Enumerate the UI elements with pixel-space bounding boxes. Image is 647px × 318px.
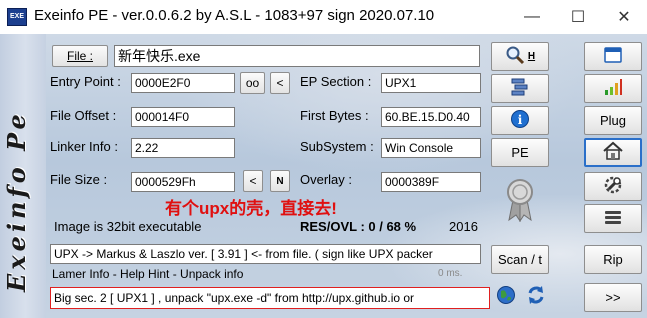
globe-icon[interactable] xyxy=(496,285,516,308)
entry-point-label: Entry Point : xyxy=(50,74,121,89)
info-icon: i xyxy=(510,109,530,132)
file-offset-label: File Offset : xyxy=(50,108,117,123)
plug-button[interactable]: Plug xyxy=(584,106,642,135)
menu-button[interactable] xyxy=(584,204,642,233)
overlay-label: Overlay : xyxy=(300,172,353,187)
subsystem-label: SubSystem : xyxy=(300,139,374,154)
menu-lines-icon xyxy=(603,207,623,230)
linker-info-field[interactable]: 2.22 xyxy=(131,138,235,158)
subsystem-field[interactable]: Win Console xyxy=(381,138,481,158)
tools-button[interactable] xyxy=(584,172,642,201)
res-ovl-text: RES/OVL : 0 / 68 % xyxy=(300,219,417,234)
search-h-label: H xyxy=(527,51,536,62)
scan-button[interactable]: Scan / t xyxy=(491,245,549,274)
entry-point-field[interactable]: 0000E2F0 xyxy=(131,73,235,93)
file-path-field[interactable]: 新年快乐.exe xyxy=(114,45,480,67)
search-button[interactable]: H xyxy=(491,42,549,71)
unpack-hint[interactable]: Big sec. 2 [ UPX1 ] , unpack "upx.exe -d… xyxy=(50,287,490,309)
window-icon xyxy=(603,45,623,68)
file-size-field[interactable]: 0000529Fh xyxy=(131,172,235,192)
info-button[interactable]: i xyxy=(491,106,549,135)
annotation-text: 有个upx的壳，直接去! xyxy=(165,199,337,218)
overlay-field[interactable]: 0000389F xyxy=(381,172,481,192)
home-icon xyxy=(602,141,624,164)
file-button-label: File : xyxy=(66,49,93,63)
open-file-button[interactable] xyxy=(584,42,642,71)
app-icon: EXE xyxy=(7,8,27,26)
first-bytes-label: First Bytes : xyxy=(300,108,369,123)
pe-button[interactable]: PE xyxy=(491,138,549,167)
minimize-button[interactable]: — xyxy=(509,0,555,34)
lamer-info-link[interactable]: Lamer Info - Help Hint - Unpack info xyxy=(50,265,350,285)
title-bar: EXE Exeinfo PE - ver.0.0.6.2 by A.S.L - … xyxy=(0,0,647,34)
home-button[interactable] xyxy=(584,138,642,167)
stats-button[interactable] xyxy=(584,74,642,103)
ep-section-field[interactable]: UPX1 xyxy=(381,73,481,93)
window-title: Exeinfo PE - ver.0.0.6.2 by A.S.L - 1083… xyxy=(34,7,435,24)
award-medal-icon xyxy=(505,178,535,225)
sidebar-logo-text: Exeinfo Pe xyxy=(2,110,31,292)
close-button[interactable]: ✕ xyxy=(601,0,647,34)
maximize-button[interactable]: ☐ xyxy=(555,0,601,34)
timing-text: 0 ms. xyxy=(438,268,463,279)
main-panel: Exeinfo Pe File : 新年快乐.exe Entry Point :… xyxy=(0,34,647,318)
file-button[interactable]: File : xyxy=(52,45,108,67)
first-bytes-field[interactable]: 60.BE.15.D0.40 xyxy=(381,107,481,127)
file-size-back-button[interactable]: < xyxy=(243,170,263,192)
file-size-label: File Size : xyxy=(50,172,108,187)
bar-signal-icon xyxy=(603,77,623,100)
detection-result[interactable]: UPX -> Markus & Laszlo ver. [ 3.91 ] <- … xyxy=(50,244,481,264)
rip-button[interactable]: Rip xyxy=(584,245,642,274)
entry-point-back-button[interactable]: < xyxy=(270,72,290,94)
entry-point-oo-button[interactable]: oo xyxy=(240,72,265,94)
file-size-n-button[interactable]: N xyxy=(270,170,290,192)
refresh-icon[interactable] xyxy=(526,285,546,308)
svg-text:i: i xyxy=(518,113,523,127)
sections-button[interactable] xyxy=(491,74,549,103)
year-text: 2016 xyxy=(449,219,478,234)
linker-info-label: Linker Info : xyxy=(50,139,118,154)
file-offset-field[interactable]: 000014F0 xyxy=(131,107,235,127)
next-button[interactable]: >> xyxy=(584,283,642,312)
ep-section-label: EP Section : xyxy=(300,74,372,89)
sections-icon xyxy=(510,77,530,100)
image-type-text: Image is 32bit executable xyxy=(54,219,202,234)
sidebar-logo: Exeinfo Pe xyxy=(0,34,46,318)
wrench-icon xyxy=(603,175,623,198)
magnifier-icon xyxy=(505,45,525,68)
